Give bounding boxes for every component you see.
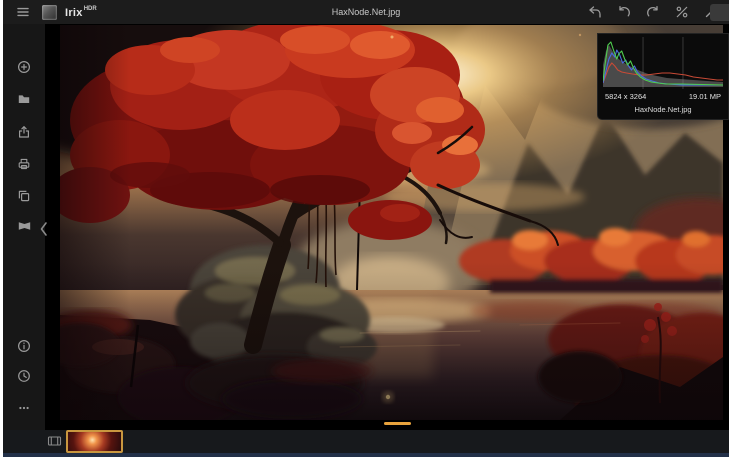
histogram-panel: 5824 x 3264 19.01 MP HaxNode.Net.jpg <box>597 33 729 120</box>
print-icon[interactable] <box>13 153 35 175</box>
menu-icon[interactable] <box>12 1 34 23</box>
app-window: IrixHDR HaxNode.Net.jpg <box>3 0 729 457</box>
image-dimensions: 5824 x 3264 <box>605 92 646 101</box>
folder-icon[interactable] <box>13 88 35 110</box>
add-icon[interactable] <box>13 56 35 78</box>
info-icon[interactable] <box>13 335 35 357</box>
filmstrip-toggle-icon[interactable] <box>47 434 63 448</box>
panorama-icon[interactable] <box>13 215 35 237</box>
panel-collapse-chevron-icon[interactable] <box>38 219 50 239</box>
window-bottom-edge <box>3 453 729 457</box>
compare-icon[interactable] <box>671 1 693 23</box>
image-filename: HaxNode.Net.jpg <box>603 101 723 114</box>
undo-icon[interactable] <box>613 1 635 23</box>
redo-icon[interactable] <box>642 1 664 23</box>
filmstrip-thumbnail-selected[interactable] <box>66 430 123 453</box>
filmstrip-resize-handle[interactable] <box>384 422 411 425</box>
more-icon[interactable] <box>13 397 35 419</box>
app-logo-icon <box>42 5 57 20</box>
histogram-chart <box>603 37 723 89</box>
app-name: IrixHDR <box>65 3 97 21</box>
reply-arrow-icon[interactable] <box>584 1 606 23</box>
export-icon[interactable] <box>13 121 35 143</box>
top-toolbar: IrixHDR HaxNode.Net.jpg <box>3 0 729 24</box>
image-megapixels: 19.01 MP <box>689 92 721 101</box>
duplicate-icon[interactable] <box>13 185 35 207</box>
toolbar-overflow-button[interactable] <box>710 4 729 21</box>
history-icon[interactable] <box>13 365 35 387</box>
